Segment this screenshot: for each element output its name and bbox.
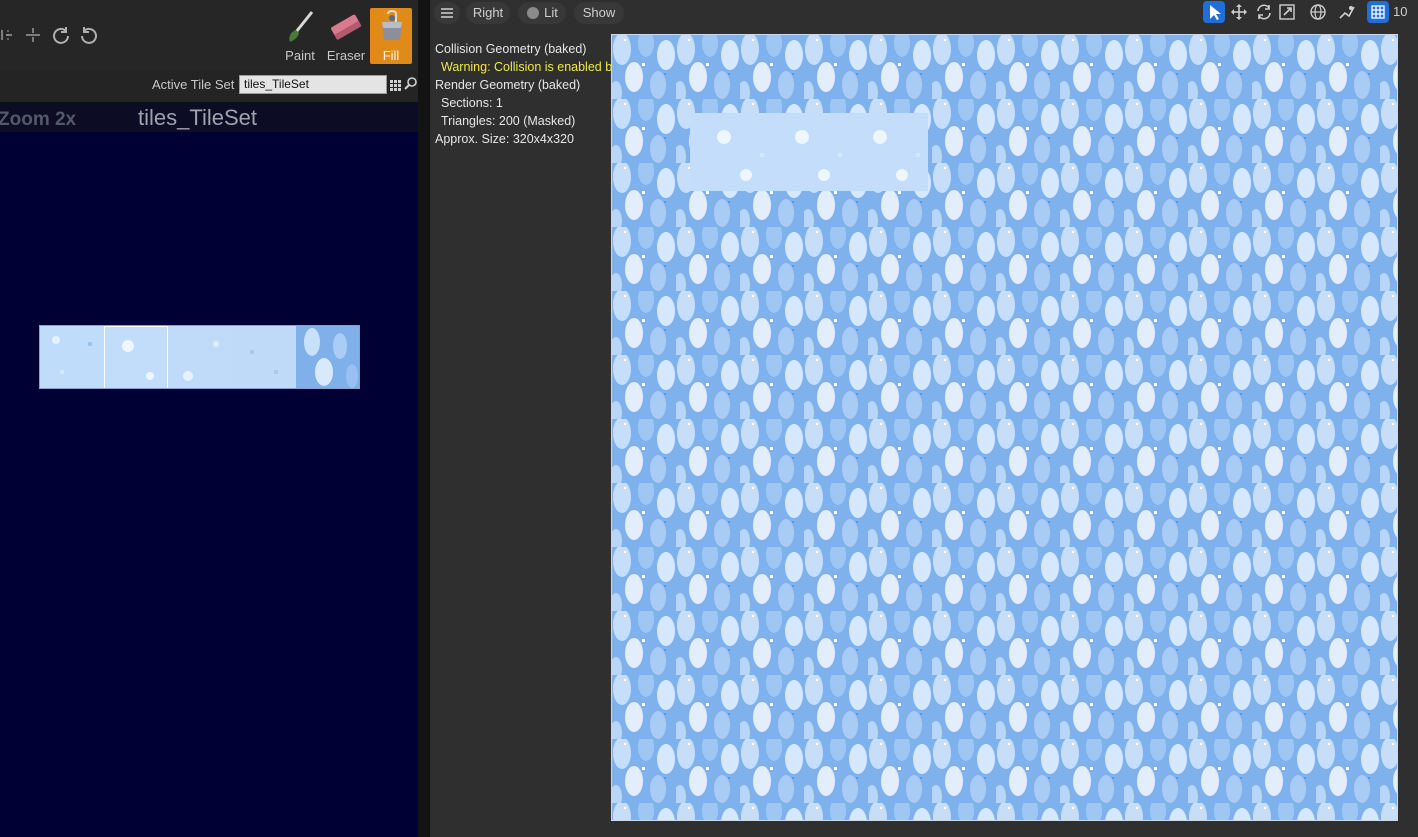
fill-label: Fill <box>382 48 400 63</box>
grid-icon[interactable] <box>390 78 401 96</box>
zoom-label: Zoom 2x <box>0 109 77 130</box>
viewport[interactable]: Right Lit Show 10 Collision Geometry (ba… <box>430 0 1418 837</box>
lighting-label: Lit <box>544 5 558 20</box>
scale-icon[interactable] <box>1276 1 1298 23</box>
tile-selected[interactable] <box>104 326 168 389</box>
rotate-ccw-icon[interactable] <box>50 24 72 46</box>
rotate-icon[interactable] <box>1253 1 1275 23</box>
transform-toolbar: 10 <box>1203 1 1418 25</box>
viewport-menu-button[interactable] <box>434 2 460 24</box>
tilemap-canvas[interactable] <box>611 34 1398 821</box>
paintbrush-icon <box>284 10 316 44</box>
flip-icon[interactable] <box>22 24 44 46</box>
eraser-icon <box>330 10 362 44</box>
browse-icon[interactable] <box>404 77 417 95</box>
active-tileset-field[interactable]: tiles_TileSet <box>239 75 387 94</box>
tilemap-editor-panel: Paint Eraser Fill Active Tile Set tiles_… <box>0 0 420 837</box>
view-mode-button[interactable]: Right <box>466 2 510 24</box>
hamburger-icon <box>441 8 453 18</box>
tileset-view[interactable]: Zoom 2x tiles_TileSet <box>0 102 418 837</box>
lighting-button[interactable]: Lit <box>518 2 566 24</box>
tile[interactable] <box>232 326 296 389</box>
tile-toolbar: Paint Eraser Fill <box>0 0 420 70</box>
tile[interactable] <box>296 326 360 389</box>
paint-tool-button[interactable]: Paint <box>278 8 322 64</box>
tileset-title: tiles_TileSet <box>138 105 258 130</box>
surface-snap-icon[interactable] <box>1336 1 1358 23</box>
tile[interactable] <box>40 326 104 389</box>
rotate-cw-icon[interactable] <box>78 24 100 46</box>
translate-icon[interactable] <box>1228 1 1250 23</box>
fill-tool-button[interactable]: Fill <box>370 8 412 64</box>
world-space-icon[interactable] <box>1307 1 1329 23</box>
show-button[interactable]: Show <box>574 2 624 24</box>
tileset-view-header: Zoom 2x tiles_TileSet <box>0 102 418 132</box>
lit-sphere-icon <box>527 7 539 19</box>
tile[interactable] <box>168 326 232 389</box>
active-tileset-label: Active Tile Set <box>152 77 235 92</box>
grid-snap-icon[interactable] <box>1367 1 1389 23</box>
select-icon[interactable] <box>1203 1 1225 23</box>
rotate-left-icon[interactable] <box>0 24 20 46</box>
grid-snap-value[interactable]: 10 <box>1393 4 1407 19</box>
painted-tile-region[interactable] <box>690 113 928 191</box>
panel-splitter[interactable] <box>418 0 430 837</box>
paint-bucket-icon <box>376 10 408 44</box>
eraser-tool-button[interactable]: Eraser <box>324 8 368 64</box>
tileset-strip[interactable] <box>39 325 360 389</box>
